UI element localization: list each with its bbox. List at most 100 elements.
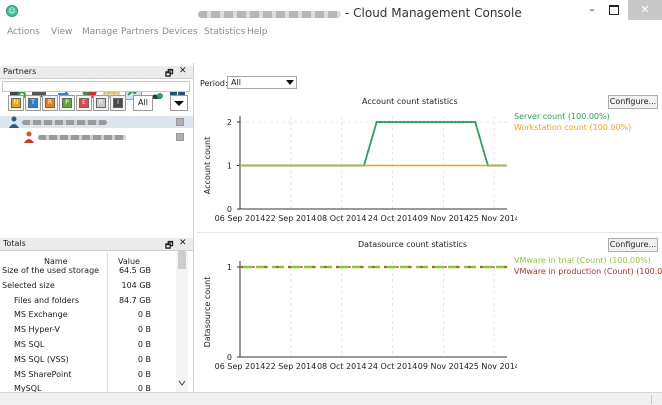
totals-row-value: 104 GB: [121, 280, 152, 290]
series-point-0: [458, 120, 461, 124]
totals-row-name: Selected size: [2, 280, 55, 290]
series-point-0: [450, 120, 453, 124]
series-point-0: [399, 120, 402, 124]
menu-devices[interactable]: Devices: [162, 27, 197, 37]
y-axis-label: Account count: [203, 137, 212, 194]
totals-row-name: MS SQL (VSS): [14, 354, 69, 364]
x-tick-label: 09 Nov 2014: [418, 362, 469, 371]
pin-icon[interactable]: 🗗: [165, 66, 173, 82]
app-logo-icon: ☺: [6, 5, 18, 17]
column-divider: [107, 252, 108, 392]
totals-row-name: MS SQL: [14, 340, 45, 349]
totals-panel-title: Totals: [3, 239, 26, 248]
partner-badge-icon: [176, 133, 184, 141]
redacted-partner-name: [38, 135, 126, 140]
series-point-0: [454, 120, 457, 124]
series-point-0: [462, 120, 465, 124]
series-point-0: [418, 120, 422, 124]
totals-row-value: 0 B: [137, 325, 151, 335]
series-point-0: [414, 120, 418, 124]
chart-separator: [197, 232, 662, 233]
y-tick-label: 0: [227, 205, 232, 214]
left-panel-border: [193, 63, 194, 405]
period-value: All: [231, 78, 241, 87]
user-icon: [9, 116, 19, 128]
maximize-button[interactable]: [600, 0, 628, 20]
title-bar: ☺ - Cloud Management Console – ✕: [0, 0, 662, 26]
series-point-0: [446, 120, 449, 124]
series-point-0: [403, 120, 406, 124]
window-title: - Cloud Management Console: [345, 6, 522, 20]
partners-panel-header: Partners 🗗 ✕: [0, 66, 193, 79]
series-point-0: [442, 120, 445, 124]
chart-title-account: Account count statistics: [362, 97, 458, 106]
configure-datasource-button[interactable]: Configure...: [608, 238, 658, 252]
totals-row-name: MS Exchange: [14, 310, 68, 320]
partners-close-icon[interactable]: ✕: [179, 66, 187, 76]
filter-p-button[interactable]: P: [62, 98, 72, 108]
legend-production: VMware in production (Count) (100.00%): [514, 267, 662, 276]
series-point-0: [407, 120, 410, 124]
partners-search-input[interactable]: [2, 81, 190, 92]
series-point-0: [422, 120, 426, 124]
redacted-account-name: [198, 11, 341, 18]
filter-dropdown-button[interactable]: [170, 95, 188, 111]
x-tick-label: 09 Nov 2014: [418, 214, 469, 223]
menu-actions[interactable]: Actions: [7, 27, 40, 37]
x-tick-label: 24 Oct 2014: [368, 362, 417, 371]
x-tick-label: 06 Sep 2014: [215, 362, 266, 371]
totals-row-value: 0 B: [137, 310, 151, 320]
series-point-0: [411, 120, 414, 124]
tree-row-root[interactable]: [0, 116, 193, 128]
series-point-0: [470, 120, 473, 124]
scroll-thumb[interactable]: [178, 251, 186, 269]
series-line-0: [240, 121, 507, 167]
y-tick-label: 1: [227, 162, 232, 171]
y-tick-label: 2: [227, 118, 232, 127]
menu-partners[interactable]: Partners: [121, 27, 158, 37]
close-button[interactable]: ✕: [628, 0, 662, 20]
y-tick-label: 1: [227, 263, 232, 272]
totals-row-name: Files and folders: [14, 295, 80, 305]
toolbar: T: [0, 41, 662, 100]
legend-workstation: Workstation count (100.00%): [514, 123, 632, 132]
series-point-0: [482, 149, 485, 153]
menu-help[interactable]: Help: [247, 27, 268, 37]
configure-account-button[interactable]: Configure...: [608, 95, 658, 109]
menu-view[interactable]: View: [51, 27, 72, 37]
totals-row-value: 0 B: [137, 369, 151, 379]
series-point-0: [375, 120, 378, 124]
filter-t-button[interactable]: T: [28, 98, 38, 108]
datasource-count-chart: 0 1 06 Sep 2014 22 Sep 2014 08 Oct 2014 24 Oc…: [203, 261, 517, 371]
filter-all-button[interactable]: All: [133, 95, 153, 111]
series-point-0: [426, 120, 430, 124]
y-axis-label: Datasource count: [203, 277, 212, 348]
filter-e-button[interactable]: E: [79, 98, 89, 108]
legend-trial: VMware in trial (Count) (100.00%): [514, 256, 651, 265]
filter-r-button[interactable]: R: [45, 98, 55, 108]
totals-row-value: 0 B: [137, 340, 151, 349]
x-tick-label: 08 Oct 2014: [317, 214, 366, 223]
series-point-0: [395, 120, 398, 124]
menu-manage[interactable]: Manage: [82, 27, 118, 37]
chart-title-datasource: Datasource count statistics: [358, 240, 467, 249]
series-point-0: [383, 120, 386, 124]
y-tick-label: 0: [227, 353, 232, 362]
legend-server: Server count (100.00%): [514, 112, 610, 121]
filter-r2-button[interactable]: R: [96, 98, 106, 108]
series-point-0: [379, 120, 382, 124]
menu-statistics[interactable]: Statistics: [204, 27, 245, 37]
filter-i-button[interactable]: I: [113, 98, 123, 108]
maximize-icon: [609, 5, 619, 15]
period-select[interactable]: All: [227, 76, 297, 89]
totals-scrollbar[interactable]: [176, 251, 188, 392]
filter-n-button[interactable]: N: [11, 98, 21, 108]
x-tick-label: 25 Nov 2014: [469, 214, 517, 223]
totals-close-icon[interactable]: ✕: [179, 238, 187, 248]
series-point-0: [434, 120, 437, 124]
status-bar: [0, 392, 662, 405]
partners-panel-title: Partners: [3, 67, 37, 76]
series-point-0: [438, 120, 441, 124]
tree-row-child[interactable]: [0, 131, 193, 143]
chevron-down-icon: [286, 80, 294, 85]
